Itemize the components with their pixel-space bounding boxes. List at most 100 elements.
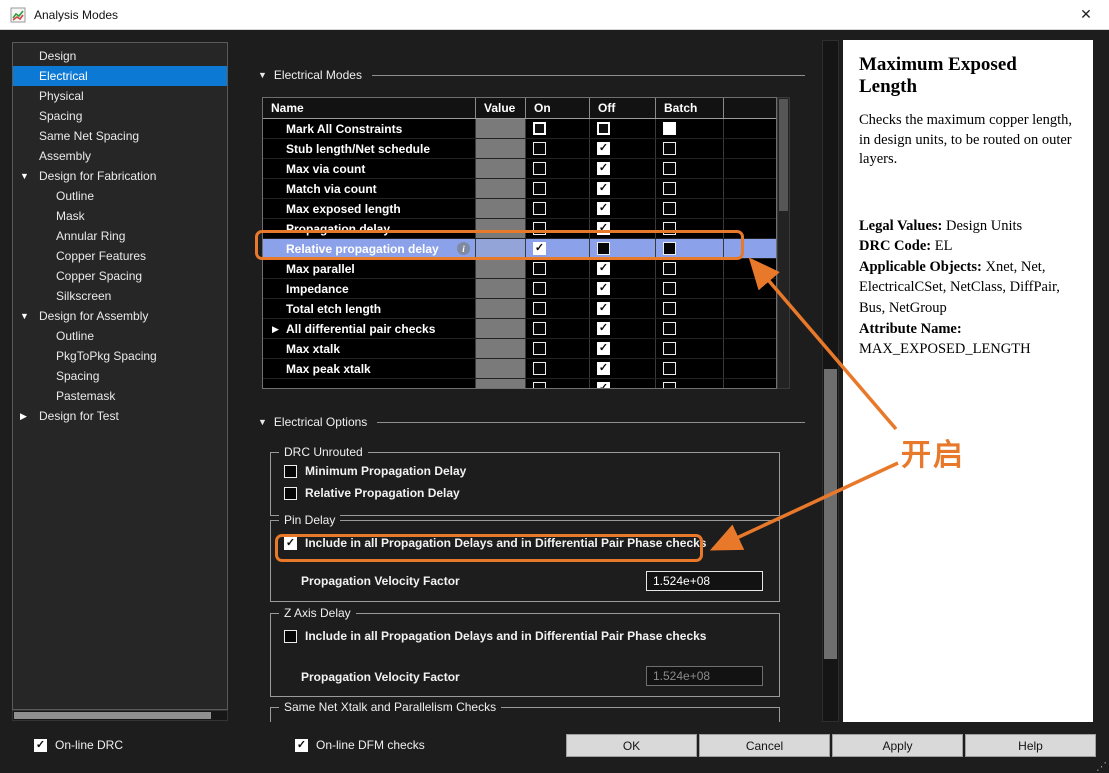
on-checkbox[interactable] xyxy=(533,362,546,375)
on-checkbox[interactable] xyxy=(533,342,546,355)
cancel-button[interactable]: Cancel xyxy=(699,734,830,757)
apply-button[interactable]: Apply xyxy=(832,734,963,757)
sidebar-item-silkscreen[interactable]: Silkscreen xyxy=(13,286,227,306)
checkbox[interactable]: ✓ xyxy=(34,739,47,752)
off-checkbox[interactable]: ✓ xyxy=(597,182,610,195)
expand-icon[interactable]: ▶ xyxy=(272,319,279,339)
off-checkbox[interactable]: ✓ xyxy=(597,342,610,355)
info-icon[interactable]: i xyxy=(457,242,470,255)
sidebar-item-mask[interactable]: Mask xyxy=(13,206,227,226)
off-checkbox[interactable]: ✓ xyxy=(597,362,610,375)
scrollbar-thumb[interactable] xyxy=(824,369,837,659)
scrollbar-thumb[interactable] xyxy=(779,99,788,211)
mode-row-max-parallel[interactable]: Max parallel✓ xyxy=(263,259,776,279)
ok-button[interactable]: OK xyxy=(566,734,697,757)
collapse-icon[interactable]: ▼ xyxy=(258,417,267,427)
mode-row-stub-length-net-schedule[interactable]: Stub length/Net schedule✓ xyxy=(263,139,776,159)
help-button[interactable]: Help xyxy=(965,734,1096,757)
mode-row-clipped[interactable]: ✓ xyxy=(263,379,776,389)
sidebar-item-outline[interactable]: Outline xyxy=(13,326,227,346)
mode-value-cell[interactable] xyxy=(476,259,526,278)
sidebar-item-physical[interactable]: Physical xyxy=(13,86,227,106)
checkbox[interactable]: ✓ xyxy=(295,739,308,752)
chevron-right-icon[interactable]: ▶ xyxy=(20,406,27,426)
off-checkbox[interactable]: ✓ xyxy=(597,282,610,295)
mode-value-cell[interactable] xyxy=(476,299,526,318)
checkbox[interactable] xyxy=(284,465,297,478)
sidebar-item-design[interactable]: Design xyxy=(13,46,227,66)
sidebar-item-design-for-test[interactable]: ▶Design for Test xyxy=(13,406,227,426)
mode-row-mark-all-constraints[interactable]: Mark All Constraints xyxy=(263,119,776,139)
sidebar-item-copper-spacing[interactable]: Copper Spacing xyxy=(13,266,227,286)
collapse-icon[interactable]: ▼ xyxy=(258,70,267,80)
on-checkbox[interactable] xyxy=(533,202,546,215)
batch-checkbox[interactable] xyxy=(663,282,676,295)
mode-value-cell[interactable] xyxy=(476,119,526,138)
off-checkbox[interactable]: ✓ xyxy=(597,322,610,335)
mode-value-cell[interactable] xyxy=(476,179,526,198)
on-checkbox[interactable] xyxy=(533,222,546,235)
sidebar-item-design-for-assembly[interactable]: ▼Design for Assembly xyxy=(13,306,227,326)
batch-checkbox[interactable] xyxy=(663,262,676,275)
batch-checkbox[interactable] xyxy=(663,222,676,235)
sidebar-item-spacing[interactable]: Spacing xyxy=(13,106,227,126)
sidebar-item-design-for-fabrication[interactable]: ▼Design for Fabrication xyxy=(13,166,227,186)
on-checkbox[interactable] xyxy=(533,182,546,195)
option-pin-delay-include[interactable]: ✓ Include in all Propagation Delays and … xyxy=(284,536,706,550)
mode-value-cell[interactable] xyxy=(476,139,526,158)
batch-checkbox[interactable] xyxy=(663,322,676,335)
chevron-down-icon[interactable]: ▼ xyxy=(20,166,29,186)
off-checkbox[interactable]: ✓ xyxy=(597,302,610,315)
off-checkbox[interactable] xyxy=(597,122,610,135)
mode-value-cell[interactable] xyxy=(476,279,526,298)
batch-checkbox[interactable] xyxy=(663,242,676,255)
mode-row-propagation-delay[interactable]: Propagation delay✓ xyxy=(263,219,776,239)
mode-value-cell[interactable] xyxy=(476,379,526,389)
off-checkbox[interactable] xyxy=(597,242,610,255)
checkbox[interactable]: ✓ xyxy=(284,537,297,550)
mode-row-impedance[interactable]: Impedance✓ xyxy=(263,279,776,299)
option-z-axis-include[interactable]: Include in all Propagation Delays and in… xyxy=(284,629,706,643)
mode-value-cell[interactable] xyxy=(476,319,526,338)
scrollbar-thumb[interactable] xyxy=(14,712,211,719)
off-checkbox[interactable]: ✓ xyxy=(597,202,610,215)
off-checkbox[interactable]: ✓ xyxy=(597,162,610,175)
mode-row-max-xtalk[interactable]: Max xtalk✓ xyxy=(263,339,776,359)
mode-row-relative-propagation-delay[interactable]: Relative propagation delayi✓ xyxy=(263,239,776,259)
option-min-propagation-delay[interactable]: Minimum Propagation Delay xyxy=(284,464,466,478)
main-vertical-scrollbar[interactable] xyxy=(822,40,839,722)
sidebar-item-same-net-spacing[interactable]: Same Net Spacing xyxy=(13,126,227,146)
on-checkbox[interactable] xyxy=(533,302,546,315)
close-icon[interactable]: ✕ xyxy=(1065,0,1107,29)
sidebar-item-pkgtopkg-spacing[interactable]: PkgToPkg Spacing xyxy=(13,346,227,366)
batch-checkbox[interactable] xyxy=(663,142,676,155)
off-checkbox[interactable]: ✓ xyxy=(597,142,610,155)
off-checkbox[interactable]: ✓ xyxy=(597,382,610,389)
on-checkbox[interactable] xyxy=(533,122,546,135)
mode-value-cell[interactable] xyxy=(476,199,526,218)
sidebar-item-pastemask[interactable]: Pastemask xyxy=(13,386,227,406)
table-vertical-scrollbar[interactable] xyxy=(777,97,790,389)
checkbox[interactable] xyxy=(284,630,297,643)
batch-checkbox[interactable] xyxy=(663,362,676,375)
mode-row-all-differential-pair-checks[interactable]: ▶All differential pair checks✓ xyxy=(263,319,776,339)
mode-value-cell[interactable] xyxy=(476,159,526,178)
on-checkbox[interactable] xyxy=(533,142,546,155)
on-checkbox[interactable] xyxy=(533,382,546,389)
option-relative-propagation-delay[interactable]: Relative Propagation Delay xyxy=(284,486,460,500)
sidebar-item-annular-ring[interactable]: Annular Ring xyxy=(13,226,227,246)
electrical-options-section-header[interactable]: ▼ Electrical Options xyxy=(258,414,805,430)
on-checkbox[interactable] xyxy=(533,262,546,275)
online-drc-checkbox-row[interactable]: ✓ On-line DRC xyxy=(27,738,123,752)
sidebar-item-spacing[interactable]: Spacing xyxy=(13,366,227,386)
batch-checkbox[interactable] xyxy=(663,382,676,389)
mode-row-max-via-count[interactable]: Max via count✓ xyxy=(263,159,776,179)
off-checkbox[interactable]: ✓ xyxy=(597,262,610,275)
batch-checkbox[interactable] xyxy=(663,202,676,215)
sidebar-item-electrical[interactable]: Electrical xyxy=(13,66,227,86)
sidebar-item-assembly[interactable]: Assembly xyxy=(13,146,227,166)
batch-checkbox[interactable] xyxy=(663,302,676,315)
batch-checkbox[interactable] xyxy=(663,182,676,195)
mode-value-cell[interactable] xyxy=(476,219,526,238)
mode-value-cell[interactable] xyxy=(476,359,526,378)
